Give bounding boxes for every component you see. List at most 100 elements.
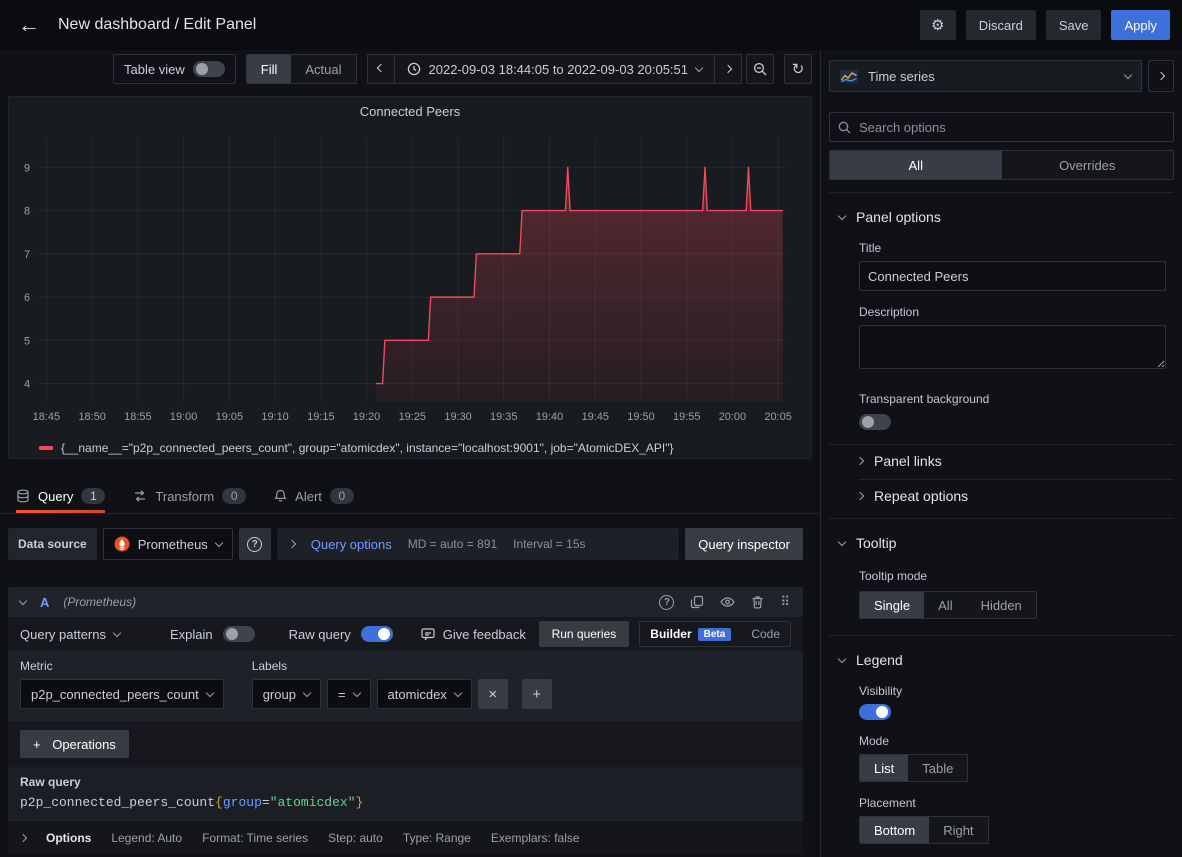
time-forward-button[interactable] (714, 54, 742, 84)
datasource-name: Prometheus (138, 537, 208, 552)
chevron-right-icon (856, 492, 864, 500)
filter-overrides-option[interactable]: Overrides (1002, 151, 1174, 179)
chevron-down-icon (19, 597, 27, 605)
chevron-down-icon (352, 689, 360, 697)
repeat-options-header[interactable]: Repeat options (829, 488, 1174, 504)
panel-links-header[interactable]: Panel links (829, 453, 1174, 469)
beta-badge: Beta (698, 628, 732, 641)
fill-actual-segment: Fill Actual (246, 54, 357, 84)
options-search (829, 112, 1174, 142)
tooltip-header[interactable]: Tooltip (829, 535, 1174, 551)
description-textarea[interactable] (859, 325, 1166, 369)
legend-visibility-toggle[interactable] (859, 704, 891, 720)
chevron-down-icon (113, 629, 121, 637)
help-icon[interactable]: ? (659, 595, 674, 610)
visualization-select[interactable]: Time series (829, 60, 1142, 92)
tooltip-single-option[interactable]: Single (860, 592, 924, 618)
back-button[interactable]: ← (12, 12, 46, 38)
panel-links-title: Panel links (874, 453, 942, 469)
raw-metric: p2p_connected_peers_count (20, 795, 215, 810)
tab-alert[interactable]: Alert 0 (274, 479, 354, 513)
query-options-row[interactable]: Options Legend: Auto Format: Time series… (8, 820, 803, 854)
refresh-button[interactable]: ↻ (784, 54, 812, 84)
label-op-select[interactable]: = (327, 679, 371, 709)
legend-swatch[interactable] (39, 446, 53, 450)
remove-label-button[interactable]: × (478, 679, 508, 709)
apply-button[interactable]: Apply (1111, 10, 1170, 40)
tooltip-all-option[interactable]: All (924, 592, 966, 618)
filter-all-option[interactable]: All (830, 151, 1002, 179)
svg-text:7: 7 (24, 249, 30, 261)
add-operations-button[interactable]: + Operations (20, 730, 129, 758)
chart-panel: Connected Peers 45678918:4518:5018:5519:… (8, 96, 812, 459)
panel-settings-button[interactable]: ⚙ (920, 10, 956, 40)
explain-toggle[interactable] (223, 626, 255, 642)
actual-option[interactable]: Actual (291, 55, 355, 83)
comment-icon (421, 628, 435, 641)
metric-label: Metric (20, 659, 224, 673)
svg-text:19:40: 19:40 (536, 411, 563, 423)
query-patterns-dropdown[interactable]: Query patterns (20, 627, 120, 642)
chart-svg[interactable]: 45678918:4518:5018:5519:0019:0519:1019:1… (9, 127, 811, 438)
transparent-bg-label: Transparent background (859, 392, 1166, 406)
chart-panel-title: Connected Peers (9, 97, 811, 127)
query-builder-toolbar: Query patterns Explain Raw query Give fe… (8, 617, 803, 651)
drag-handle-icon[interactable]: ⠿ (780, 594, 791, 610)
chevron-right-icon (1157, 72, 1165, 80)
options-title: Options (46, 831, 91, 845)
tab-transform[interactable]: Transform 0 (133, 479, 246, 513)
discard-button[interactable]: Discard (966, 10, 1036, 40)
panel-options-header[interactable]: Panel options (829, 209, 1174, 225)
legend-header[interactable]: Legend (829, 652, 1174, 668)
query-a-header[interactable]: A (Prometheus) ? ⠿ (8, 587, 803, 617)
legend-placement-right[interactable]: Right (929, 817, 987, 843)
save-button[interactable]: Save (1046, 10, 1102, 40)
viz-picker-row: Time series (829, 60, 1174, 92)
content: Table view Fill Actual 2022-09-03 18:44:… (0, 50, 1182, 857)
eye-icon[interactable] (720, 596, 735, 608)
raw-query-label: Raw query (289, 627, 351, 642)
search-options-input[interactable] (859, 120, 1165, 135)
duplicate-icon[interactable] (690, 595, 704, 609)
fill-option[interactable]: Fill (247, 55, 292, 83)
tab-query[interactable]: Query 1 (16, 479, 105, 513)
query-inspector-button[interactable]: Query inspector (685, 528, 803, 560)
legend-placement-bottom[interactable]: Bottom (860, 817, 929, 843)
builder-option[interactable]: Builder Beta (640, 622, 741, 646)
options-legend: Legend: Auto (111, 831, 182, 845)
title-label: Title (859, 241, 1166, 255)
run-queries-button[interactable]: Run queries (539, 621, 630, 647)
viz-type-label: Time series (868, 69, 935, 84)
topbar: ← New dashboard / Edit Panel ⚙ Discard S… (0, 0, 1182, 50)
explain-label: Explain (170, 627, 213, 642)
give-feedback-link[interactable]: Give feedback (421, 627, 526, 642)
prometheus-icon (114, 536, 130, 552)
trash-icon[interactable] (751, 595, 764, 609)
add-label-button[interactable]: + (522, 679, 552, 709)
table-view-toggle[interactable] (193, 61, 225, 77)
panel-title-input[interactable] (859, 261, 1166, 291)
tooltip-hidden-option[interactable]: Hidden (967, 592, 1036, 618)
svg-text:19:00: 19:00 (170, 411, 197, 423)
zoom-out-button[interactable] (746, 54, 774, 84)
query-options-label[interactable]: Query options (311, 537, 392, 552)
back-arrow-icon: ← (18, 12, 40, 37)
time-range-text: 2022-09-03 18:44:05 to 2022-09-03 20:05:… (429, 62, 689, 77)
datasource-select[interactable]: Prometheus (103, 528, 233, 560)
label-value-select[interactable]: atomicdex (377, 679, 472, 709)
code-option[interactable]: Code (741, 622, 790, 646)
transparent-bg-toggle[interactable] (859, 414, 891, 430)
datasource-help-button[interactable]: ? (239, 528, 271, 560)
query-options-collapsible[interactable]: Query options MD = auto = 891 Interval =… (277, 528, 679, 560)
time-range-picker[interactable]: 2022-09-03 18:44:05 to 2022-09-03 20:05:… (395, 54, 715, 84)
collapse-options-button[interactable] (1148, 60, 1174, 92)
repeat-options-title: Repeat options (874, 488, 968, 504)
legend-mode-table[interactable]: Table (908, 755, 967, 781)
bell-icon (274, 489, 287, 503)
raw-query-toggle[interactable] (361, 626, 393, 642)
metric-select[interactable]: p2p_connected_peers_count (20, 679, 224, 709)
legend-mode-list[interactable]: List (860, 755, 908, 781)
legend-series-label[interactable]: {__name__="p2p_connected_peers_count", g… (61, 441, 673, 455)
label-key-select[interactable]: group (252, 679, 321, 709)
time-back-button[interactable] (367, 54, 395, 84)
